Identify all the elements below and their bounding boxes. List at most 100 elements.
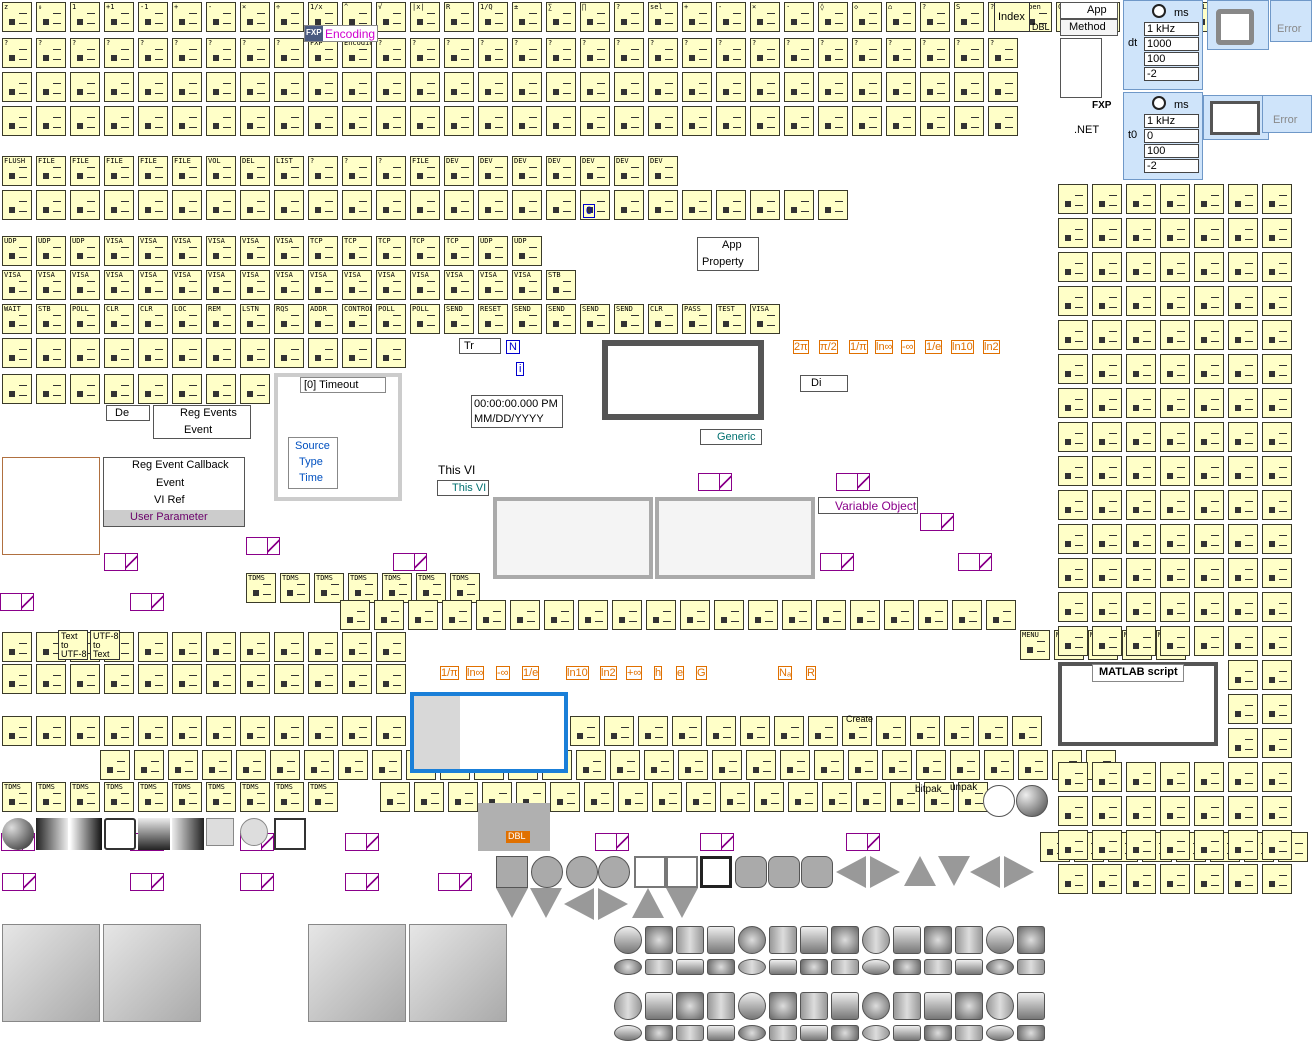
palette-function-icon[interactable] bbox=[638, 716, 668, 746]
palette-function-icon[interactable] bbox=[70, 374, 100, 404]
palette-function-icon[interactable]: ? bbox=[36, 38, 66, 68]
palette-function-icon[interactable] bbox=[304, 750, 334, 780]
palette-function-icon[interactable]: TCP bbox=[308, 236, 338, 266]
type-selector-constant[interactable] bbox=[246, 537, 280, 555]
offset2-field[interactable]: -2 bbox=[1144, 159, 1199, 173]
palette-function-icon[interactable] bbox=[1092, 320, 1122, 350]
type-selector-constant[interactable] bbox=[2, 873, 36, 891]
array-control[interactable] bbox=[410, 692, 568, 773]
palette-function-icon[interactable] bbox=[70, 716, 100, 746]
palette-function-icon[interactable] bbox=[1160, 626, 1190, 656]
palette-function-icon[interactable]: ÷ bbox=[274, 2, 304, 32]
timing-panel-2[interactable]: ms 1 kHz t0 0 100 -2 bbox=[1123, 92, 1203, 180]
palette-function-icon[interactable]: FLUSH bbox=[2, 156, 32, 186]
palette-function-icon[interactable] bbox=[510, 600, 540, 630]
palette-function-icon[interactable] bbox=[1160, 320, 1190, 350]
palette-function-icon[interactable]: MENU bbox=[1020, 630, 1050, 660]
palette-function-icon[interactable] bbox=[1092, 762, 1122, 792]
const-ln2[interactable]: ln2 bbox=[983, 340, 1000, 354]
palette-function-icon[interactable]: S bbox=[954, 2, 984, 32]
palette-function-icon[interactable]: VISA bbox=[104, 236, 134, 266]
palette-function-icon[interactable] bbox=[1126, 626, 1156, 656]
palette-function-icon[interactable]: VISA bbox=[206, 236, 236, 266]
palette-function-icon[interactable] bbox=[442, 600, 472, 630]
palette-function-icon[interactable]: VOL bbox=[206, 156, 236, 186]
palette-function-icon[interactable] bbox=[1228, 796, 1258, 826]
palette-function-icon[interactable]: √ bbox=[376, 2, 406, 32]
palette-function-icon[interactable] bbox=[1018, 750, 1048, 780]
type-selector-constant[interactable] bbox=[345, 873, 379, 891]
palette-function-icon[interactable] bbox=[916, 750, 946, 780]
palette-function-icon[interactable] bbox=[686, 782, 716, 812]
palette-function-icon[interactable] bbox=[1262, 388, 1292, 418]
palette-function-icon[interactable] bbox=[36, 72, 66, 102]
palette-function-icon[interactable] bbox=[36, 338, 66, 368]
palette-function-icon[interactable]: ? bbox=[784, 38, 814, 68]
timeout-selector[interactable]: [0] Timeout bbox=[300, 377, 386, 393]
palette-function-icon[interactable] bbox=[780, 750, 810, 780]
palette-function-icon[interactable] bbox=[138, 190, 168, 220]
palette-function-icon[interactable]: ? bbox=[274, 38, 304, 68]
count-field[interactable]: 100 bbox=[1144, 52, 1199, 66]
palette-function-icon[interactable] bbox=[172, 664, 202, 694]
palette-function-icon[interactable]: VISA bbox=[478, 270, 508, 300]
palette-function-icon[interactable]: SEND bbox=[512, 304, 542, 334]
palette-function-icon[interactable] bbox=[1160, 830, 1190, 860]
palette-function-icon[interactable] bbox=[1262, 694, 1292, 724]
palette-function-icon[interactable] bbox=[274, 664, 304, 694]
palette-function-icon[interactable] bbox=[1058, 252, 1088, 282]
palette-function-icon[interactable] bbox=[570, 716, 600, 746]
palette-function-icon[interactable] bbox=[1160, 388, 1190, 418]
palette-function-icon[interactable]: POLL bbox=[70, 304, 100, 334]
palette-function-icon[interactable]: TEST bbox=[716, 304, 746, 334]
palette-function-icon[interactable] bbox=[376, 190, 406, 220]
palette-function-icon[interactable]: TDMS bbox=[104, 782, 134, 812]
palette-function-icon[interactable]: TDMS bbox=[2, 782, 32, 812]
palette-function-icon[interactable] bbox=[886, 72, 916, 102]
palette-function-icon[interactable] bbox=[1262, 864, 1292, 894]
palette-function-icon[interactable]: ◊ bbox=[818, 2, 848, 32]
palette-function-icon[interactable]: LSTN bbox=[240, 304, 270, 334]
palette-function-icon[interactable] bbox=[1228, 558, 1258, 588]
type-selector-constant[interactable] bbox=[920, 513, 954, 531]
palette-function-icon[interactable] bbox=[138, 374, 168, 404]
palette-function-icon[interactable]: LIST bbox=[274, 156, 304, 186]
palette-function-icon[interactable] bbox=[814, 750, 844, 780]
palette-function-icon[interactable] bbox=[1262, 354, 1292, 384]
palette-function-icon[interactable] bbox=[1160, 524, 1190, 554]
palette-function-icon[interactable] bbox=[920, 72, 950, 102]
palette-function-icon[interactable]: WAIT bbox=[2, 304, 32, 334]
palette-function-icon[interactable] bbox=[1160, 864, 1190, 894]
palette-function-icon[interactable]: DEV bbox=[614, 156, 644, 186]
palette-function-icon[interactable] bbox=[1194, 558, 1224, 588]
palette-function-icon[interactable]: ? bbox=[818, 38, 848, 68]
palette-function-icon[interactable] bbox=[1228, 694, 1258, 724]
palette-function-icon[interactable] bbox=[618, 782, 648, 812]
palette-function-icon[interactable]: ⌂ bbox=[886, 2, 916, 32]
palette-function-icon[interactable] bbox=[274, 72, 304, 102]
type-selector-constant[interactable] bbox=[240, 873, 274, 891]
palette-function-icon[interactable] bbox=[206, 374, 236, 404]
palette-function-icon[interactable] bbox=[954, 106, 984, 136]
type-selector-constant[interactable] bbox=[130, 873, 164, 891]
palette-function-icon[interactable]: ? bbox=[478, 38, 508, 68]
palette-function-icon[interactable] bbox=[70, 72, 100, 102]
palette-function-icon[interactable] bbox=[342, 716, 372, 746]
error-node-2[interactable]: Error bbox=[1262, 95, 1312, 133]
palette-function-icon[interactable]: TDMS bbox=[416, 573, 446, 603]
palette-function-icon[interactable]: ? bbox=[308, 156, 338, 186]
palette-function-icon[interactable] bbox=[1126, 762, 1156, 792]
palette-function-icon[interactable]: VISA bbox=[308, 270, 338, 300]
palette-function-icon[interactable] bbox=[1126, 218, 1156, 248]
palette-function-icon[interactable]: ? bbox=[954, 38, 984, 68]
palette-function-icon[interactable] bbox=[206, 190, 236, 220]
palette-function-icon[interactable] bbox=[1228, 286, 1258, 316]
palette-function-icon[interactable] bbox=[1194, 490, 1224, 520]
zero-constant[interactable]: 0 bbox=[583, 204, 596, 218]
palette-function-icon[interactable] bbox=[1058, 558, 1088, 588]
palette-function-icon[interactable] bbox=[1194, 354, 1224, 384]
palette-function-icon[interactable] bbox=[784, 106, 814, 136]
palette-function-icon[interactable] bbox=[1058, 456, 1088, 486]
palette-function-icon[interactable] bbox=[1126, 592, 1156, 622]
palette-function-icon[interactable] bbox=[1126, 864, 1156, 894]
